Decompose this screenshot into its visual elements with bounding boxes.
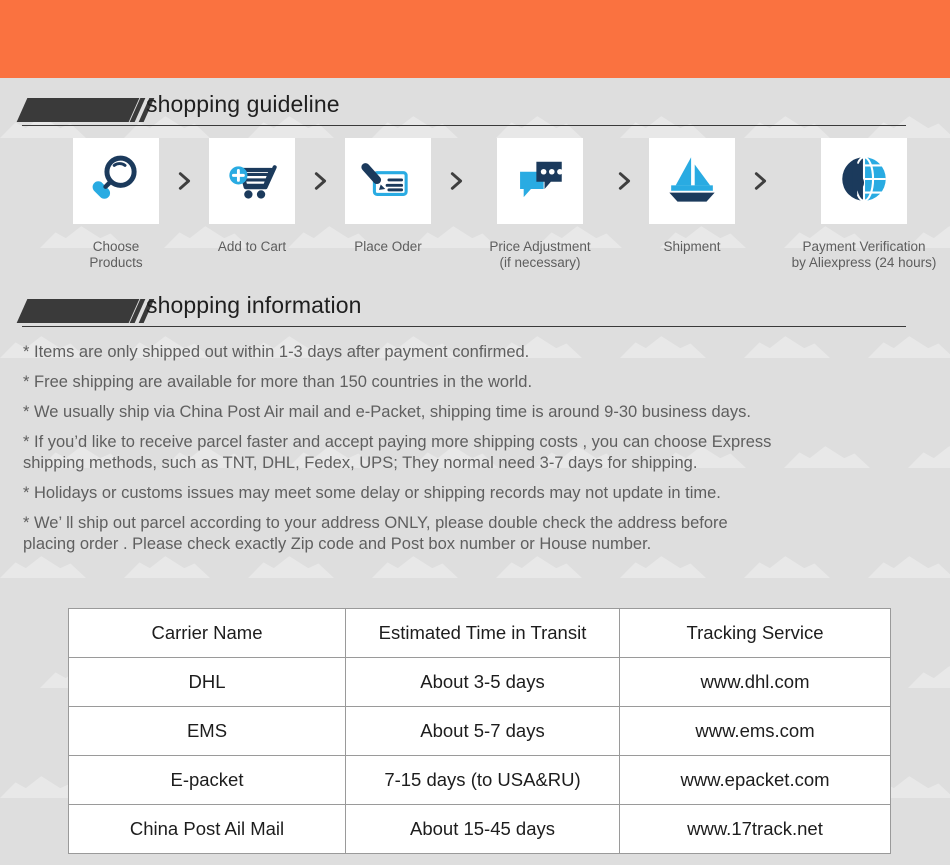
step-label: Shipment bbox=[663, 239, 721, 254]
carrier-name-cell: China Post Ail Mail bbox=[68, 804, 346, 854]
table-header-cell: Tracking Service bbox=[619, 608, 891, 658]
tracking-service-cell: www.ems.com bbox=[619, 706, 891, 756]
carrier-name-cell: E-packet bbox=[68, 755, 346, 805]
info-line: * Items are only shipped out within 1-3 … bbox=[23, 343, 530, 361]
step-icon-tile bbox=[649, 138, 735, 224]
magnifier-icon bbox=[87, 150, 145, 213]
step-magnifier: Choose Products bbox=[66, 138, 166, 271]
tracking-service-cell: www.dhl.com bbox=[619, 657, 891, 707]
carrier-table-body: Carrier Name Estimated Time in Transit Tra… bbox=[68, 608, 891, 854]
step-dollar-globe: Payment Verification by Aliexpress (24 h… bbox=[778, 138, 950, 271]
sailboat-icon bbox=[663, 150, 721, 213]
shopping-guideline-title: shopping guideline bbox=[146, 91, 340, 117]
table-header-row: Carrier Name Estimated Time in Transit Tra… bbox=[68, 608, 891, 658]
step-icon-tile bbox=[73, 138, 159, 224]
pen-check-icon bbox=[359, 150, 417, 213]
transit-time-cell: 7-15 days (to USA&RU) bbox=[345, 755, 620, 805]
chevron-right-icon bbox=[302, 138, 338, 224]
info-line: * We usually ship via China Post Air mai… bbox=[23, 403, 751, 421]
heading-rule bbox=[22, 326, 906, 327]
carrier-name-cell: DHL bbox=[68, 657, 346, 707]
step-icon-tile bbox=[209, 138, 295, 224]
info-line: * Free shipping are available for more t… bbox=[23, 373, 533, 391]
step-add-to-cart: Add to Cart bbox=[202, 138, 302, 255]
heading-rule bbox=[22, 125, 906, 126]
table-row: E-packet 7-15 days (to USA&RU) www.epacket… bbox=[68, 755, 891, 805]
shopping-information-title: shopping information bbox=[146, 292, 362, 318]
shopping-guideline-heading: shopping guideline bbox=[0, 91, 950, 130]
step-label: Choose Products bbox=[89, 239, 143, 270]
chevron-right-icon bbox=[742, 138, 778, 224]
transit-time-cell: About 3-5 days bbox=[345, 657, 620, 707]
dollar-globe-icon bbox=[835, 150, 893, 213]
step-chat-bubbles: Price Adjustment (if necessary) bbox=[474, 138, 606, 271]
table-row: DHL About 3-5 days www.dhl.com bbox=[68, 657, 891, 707]
step-sailboat: Shipment bbox=[642, 138, 742, 255]
tracking-service-cell: www.17track.net bbox=[619, 804, 891, 854]
step-icon-tile bbox=[497, 138, 583, 224]
table-header-cell: Estimated Time in Transit bbox=[345, 608, 620, 658]
chevron-right-icon bbox=[166, 138, 202, 224]
transit-time-cell: About 5-7 days bbox=[345, 706, 620, 756]
step-label: Payment Verification by Aliexpress (24 h… bbox=[791, 239, 937, 270]
chevron-right-icon bbox=[606, 138, 642, 224]
chat-bubbles-icon bbox=[511, 150, 569, 213]
info-line: * Holidays or customs issues may meet so… bbox=[23, 484, 721, 502]
table-header-cell: Carrier Name bbox=[68, 608, 346, 658]
table-row: China Post Ail Mail About 15-45 days www.1… bbox=[68, 804, 891, 854]
info-line: * We’ ll ship out parcel according to yo… bbox=[23, 514, 728, 553]
step-label: Place Oder bbox=[354, 239, 422, 254]
step-icon-tile bbox=[345, 138, 431, 224]
step-pen-check: Place Oder bbox=[338, 138, 438, 255]
chevron-right-icon bbox=[438, 138, 474, 224]
shopping-information-heading: shopping information bbox=[0, 292, 950, 331]
carrier-table: Carrier Name Estimated Time in Transit Tra… bbox=[68, 608, 891, 854]
shopping-steps-row: Choose Products Add to Cart Place Oder P… bbox=[0, 138, 950, 271]
info-line: * If you’d like to receive parcel faster… bbox=[23, 433, 772, 472]
step-label: Add to Cart bbox=[217, 239, 287, 254]
shipping-information-list: * Items are only shipped out within 1-3 … bbox=[23, 342, 928, 564]
orange-banner bbox=[0, 0, 950, 78]
watermark-mark bbox=[908, 666, 950, 688]
tracking-service-cell: www.epacket.com bbox=[619, 755, 891, 805]
carrier-name-cell: EMS bbox=[68, 706, 346, 756]
add-to-cart-icon bbox=[223, 150, 281, 213]
table-row: EMS About 5-7 days www.ems.com bbox=[68, 706, 891, 756]
transit-time-cell: About 15-45 days bbox=[345, 804, 620, 854]
step-label: Price Adjustment (if necessary) bbox=[489, 239, 591, 270]
step-icon-tile bbox=[821, 138, 907, 224]
